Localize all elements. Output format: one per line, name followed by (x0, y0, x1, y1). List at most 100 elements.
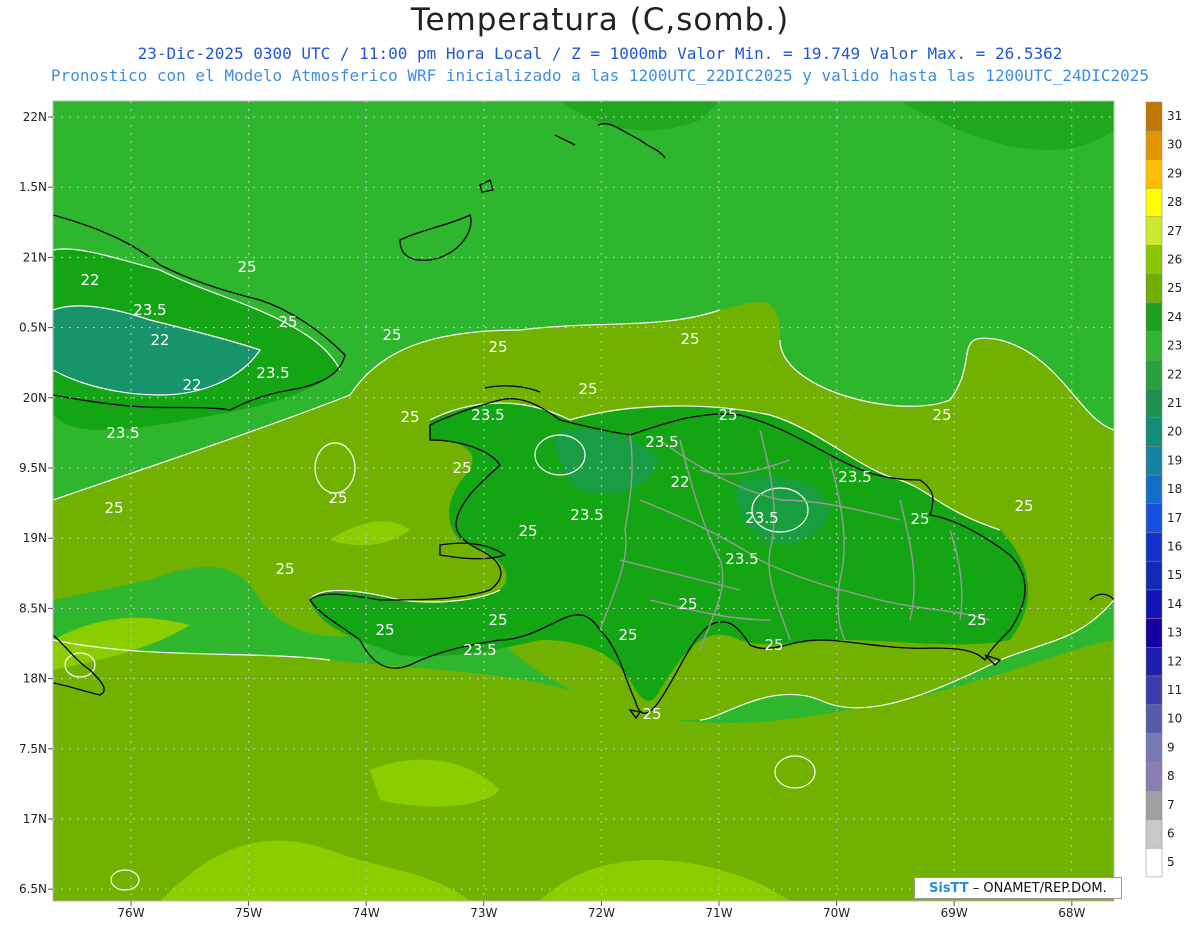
contour-label: 25 (764, 636, 783, 654)
colorbar-swatch (1145, 446, 1163, 476)
contour-label: 22 (150, 331, 169, 349)
colorbar-label: 21 (1167, 396, 1182, 410)
colorbar-label: 31 (1167, 109, 1182, 123)
colorbar-label: 12 (1167, 654, 1182, 668)
colorbar-label: 24 (1167, 310, 1182, 324)
contour-label: 25 (275, 560, 294, 578)
colorbar-swatch (1145, 216, 1163, 246)
colorbar-swatch (1145, 704, 1163, 734)
lon-tick-label: 70W (823, 906, 850, 920)
colorbar-swatch (1145, 503, 1163, 533)
colorbar-swatch (1145, 733, 1163, 763)
contour-label: 25 (718, 406, 737, 424)
lat-tick-label: 22N (23, 110, 47, 124)
lon-tick-label: 71W (705, 906, 732, 920)
colorbar-swatch (1145, 675, 1163, 705)
lon-tick-label: 68W (1058, 906, 1085, 920)
colorbar-label: 18 (1167, 482, 1182, 496)
colorbar-label: 19 (1167, 453, 1182, 467)
temperature-map: 22 23.5 22 22 23.5 23.5 25 25 25 25 25 25 25 25 25 23.5… (19, 100, 1115, 920)
colorbar-swatch (1145, 647, 1163, 677)
contour-label: 25 (1014, 497, 1033, 515)
contour-label: 25 (518, 522, 537, 540)
latitude-labels: 22N 1.5N 21N 0.5N 20N 9.5N 19N 8.5N 18N 7.5N 17N 6.… (19, 110, 53, 896)
colorbar-label: 25 (1167, 281, 1182, 295)
colorbar-label: 11 (1167, 683, 1182, 697)
lat-tick-label: 0.5N (19, 321, 47, 335)
colorbar-label: 29 (1167, 166, 1182, 180)
colorbar-swatch (1145, 761, 1163, 792)
colorbar-label: 13 (1167, 626, 1182, 640)
lon-tick-label: 76W (117, 906, 144, 920)
contour-label: 25 (488, 611, 507, 629)
colorbar-swatch (1145, 560, 1163, 591)
colorbar-label: 6 (1167, 827, 1175, 841)
colorbar-swatch (1145, 245, 1163, 275)
contour-label: 23.5 (471, 406, 504, 424)
colorbar-swatch (1145, 187, 1163, 218)
colorbar-label: 30 (1167, 138, 1182, 152)
contour-label: 25 (375, 621, 394, 639)
contour-label: 25 (328, 489, 347, 507)
contour-label: 25 (618, 626, 637, 644)
colorbar-swatch (1145, 532, 1163, 562)
contour-label: 25 (678, 595, 697, 613)
lat-tick-label: 17N (23, 812, 47, 826)
colorbar-label: 5 (1167, 855, 1175, 869)
colorbar-swatch (1145, 618, 1163, 648)
contour-label: 23.5 (256, 364, 289, 382)
colorbar-swatch (1145, 474, 1163, 505)
colorbar-label: 20 (1167, 425, 1182, 439)
lon-tick-label: 75W (235, 906, 262, 920)
contour-label: 25 (642, 705, 661, 723)
contour-label: 22 (80, 271, 99, 289)
lon-tick-label: 69W (941, 906, 968, 920)
colorbar-swatch (1145, 819, 1163, 849)
lat-tick-label: 7.5N (19, 742, 47, 756)
lat-tick-label: 6.5N (19, 882, 47, 896)
contour-label: 25 (967, 611, 986, 629)
colorbar-swatch (1145, 302, 1163, 332)
colorbar-label: 10 (1167, 712, 1182, 726)
lat-tick-label: 21N (23, 250, 47, 264)
contour-label: 25 (400, 408, 419, 426)
contour-label: 23.5 (106, 424, 139, 442)
contour-label: 23.5 (745, 509, 778, 527)
lat-tick-label: 9.5N (19, 461, 47, 475)
colorbar-label: 26 (1167, 253, 1182, 267)
colorbar-swatch (1145, 273, 1163, 304)
colorbar-label: 16 (1167, 540, 1182, 554)
colorbar-label: 7 (1167, 798, 1175, 812)
contour-label: 23.5 (463, 641, 496, 659)
colorbar-label: 14 (1167, 597, 1182, 611)
contour-label: 25 (278, 313, 297, 331)
colorbar-label: 15 (1167, 568, 1182, 582)
colorbar-label: 28 (1167, 195, 1182, 209)
contour-label: 23.5 (838, 468, 871, 486)
lon-tick-label: 72W (588, 906, 615, 920)
colorbar-swatch (1145, 417, 1163, 447)
contour-label: 22 (182, 376, 201, 394)
lon-tick-label: 74W (353, 906, 380, 920)
contour-label: 23.5 (133, 301, 166, 319)
colorbar-swatch (1145, 101, 1163, 131)
colorbar-label: 9 (1167, 740, 1175, 754)
credit-text: – ONAMET/REP.DOM. (968, 881, 1107, 896)
contour-label: 25 (488, 338, 507, 356)
colorbar: 31 30 29 28 27 26 25 24 23 22 21 20 19 18 17 16 15 14 13 12… (1145, 101, 1182, 878)
contour-label: 23.5 (645, 433, 678, 451)
colorbar-swatch (1145, 589, 1163, 619)
contour-label: 25 (578, 380, 597, 398)
contour-label: 25 (452, 459, 471, 477)
lon-tick-label: 73W (470, 906, 497, 920)
lat-tick-label: 18N (23, 672, 47, 686)
colorbar-swatch (1145, 360, 1163, 390)
sistt-logo: SisTT (929, 881, 969, 896)
colorbar-swatch (1145, 847, 1163, 878)
colorbar-label: 22 (1167, 367, 1182, 381)
longitude-labels: 76W 75W 74W 73W 72W 71W 70W 69W 68W (117, 901, 1085, 920)
colorbar-swatch (1145, 331, 1163, 361)
contour-label: 22 (670, 473, 689, 491)
colorbar-label: 8 (1167, 769, 1175, 783)
contour-label: 23.5 (725, 550, 758, 568)
